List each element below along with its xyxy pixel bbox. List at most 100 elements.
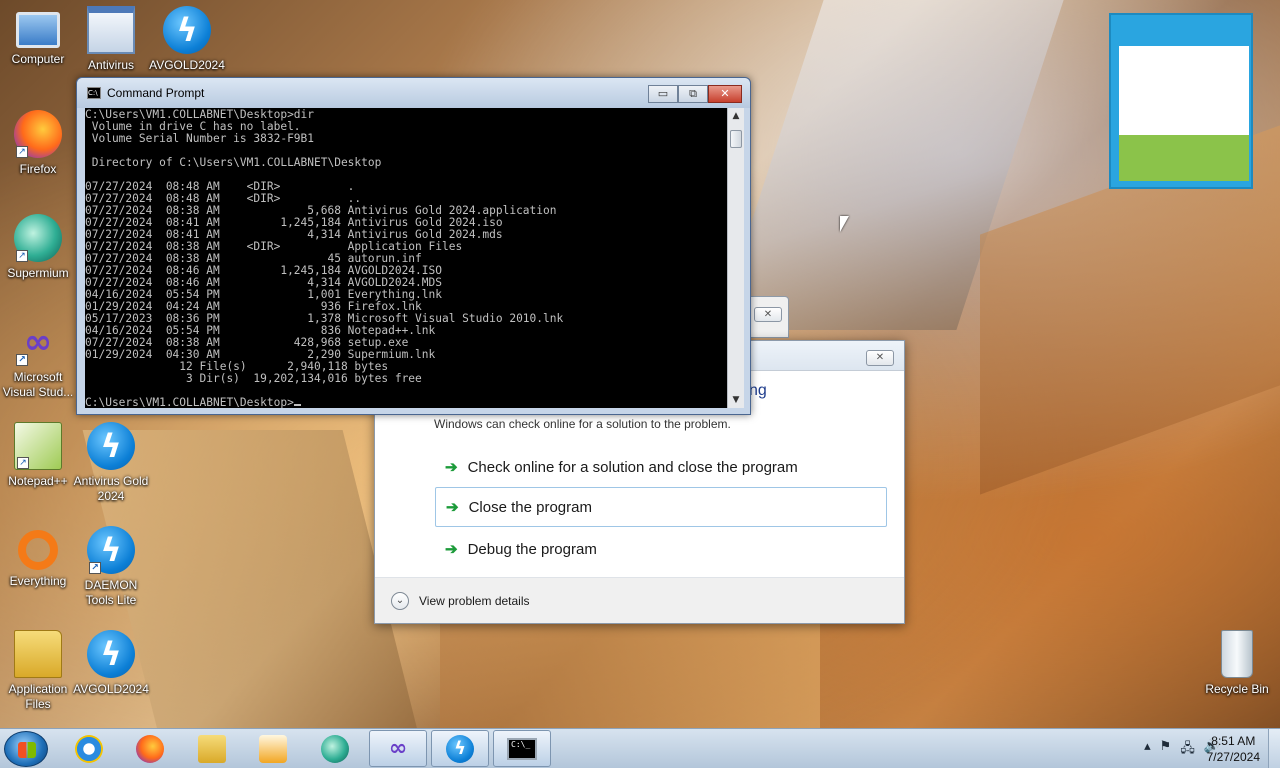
desktop-icon-avgold2024-2[interactable]: ϟ AVGOLD2024 [73, 630, 149, 697]
internet-explorer-icon [75, 734, 103, 763]
window-controls: ▭ ⧉ ✕ [648, 85, 742, 103]
supermium-icon: ↗ [14, 214, 62, 262]
console-output[interactable]: C:\Users\VM1.COLLABNET\Desktop>dir Volum… [85, 108, 728, 408]
desktop-icon-computer[interactable]: Computer [0, 6, 76, 67]
action-center-flag-icon[interactable]: ⚑ [1160, 739, 1172, 761]
desktop-icon-supermium[interactable]: ↗ Supermium [0, 214, 76, 281]
desktop-icon-recycle-bin[interactable]: Recycle Bin [1199, 630, 1275, 697]
taskbar-internet-explorer[interactable] [60, 730, 118, 767]
vertical-scrollbar[interactable]: ▲ ▼ [727, 108, 744, 408]
antivirus-icon [87, 6, 135, 54]
desktop-icon-label: Supermium [7, 266, 69, 280]
explorer-folder-icon [198, 734, 226, 763]
green-arrow-icon: ➔ [446, 499, 459, 516]
shortcut-arrow-icon: ↗ [16, 146, 28, 158]
everything-icon [18, 530, 58, 570]
minimize-button[interactable]: ▭ [648, 85, 678, 103]
desktop-icon-label: AVGOLD2024 [149, 58, 225, 72]
taskbar-supermium[interactable] [306, 730, 364, 767]
dialog-footer: ⌄ View problem details [375, 577, 904, 623]
desktop-icon-antivirus[interactable]: Antivirus [73, 6, 149, 73]
console-line: 3 Dir(s) 19,202,134,016 bytes free [85, 372, 422, 385]
shortcut-arrow-icon: ↗ [16, 354, 28, 366]
desktop-icon-everything[interactable]: Everything [0, 526, 76, 589]
desktop-icon-label: Antivirus [87, 58, 134, 72]
green-arrow-icon: ➔ [445, 541, 458, 558]
shortcut-arrow-icon: ↗ [17, 457, 29, 469]
restore-button[interactable]: ⧉ [678, 85, 708, 103]
desktop-icon-avgold2024[interactable]: ϟ AVGOLD2024 [149, 6, 225, 73]
firefox-icon [136, 734, 164, 763]
command-prompt-window[interactable]: C:\ Command Prompt ▭ ⧉ ✕ C:\Users\VM1.CO… [76, 77, 751, 415]
console-lines: C:\Users\VM1.COLLABNET\Desktop>dir Volum… [85, 109, 728, 397]
desktop-icon-firefox[interactable]: ↗ Firefox [0, 110, 76, 177]
supermium-icon [321, 734, 349, 763]
scroll-up-arrow-icon[interactable]: ▲ [728, 108, 744, 124]
dialog-heading: ng [749, 382, 767, 399]
background-dialog[interactable]: ✕ [745, 296, 789, 338]
chevron-down-icon[interactable]: ⌄ [391, 591, 409, 610]
desktop-icon-label: Everything [9, 574, 67, 588]
close-button[interactable]: ✕ [708, 85, 742, 103]
desktop-icon-visual-studio[interactable]: ∞ ↗ Microsoft Visual Stud... [0, 318, 76, 400]
recycle-bin-icon [1221, 630, 1253, 678]
daemon-bolt-icon: ϟ ↗ [87, 526, 135, 574]
view-details-link[interactable]: View problem details [419, 594, 530, 608]
scroll-down-arrow-icon[interactable]: ▼ [728, 392, 744, 408]
show-hidden-icons-icon[interactable]: ▴ [1144, 739, 1151, 761]
desktop-icon-label: Recycle Bin [1205, 682, 1269, 696]
daemon-bolt-icon: ϟ [87, 422, 135, 470]
desktop-icon-antivirus-gold[interactable]: ϟ Antivirus Gold 2024 [73, 422, 149, 504]
notepadpp-icon: ↗ [14, 422, 62, 470]
mouse-pointer-icon [840, 216, 849, 232]
desktop-icon-application-files[interactable]: Application Files [0, 630, 76, 712]
console-line: Volume Serial Number is 3832-F9B1 [85, 132, 315, 145]
desktop-icon-label: Antivirus Gold 2024 [73, 474, 149, 503]
clock[interactable]: 8:51 AM 7/27/2024 [1207, 733, 1260, 765]
network-icon[interactable]: 🖧 [1180, 739, 1195, 761]
taskbar-firefox[interactable] [121, 730, 179, 767]
firefox-icon: ↗ [14, 110, 62, 158]
desktop-icon-label: Notepad++ [8, 474, 68, 488]
dialog-close-button[interactable]: ✕ [866, 350, 894, 366]
option-debug-program[interactable]: ➔ Debug the program [435, 529, 887, 569]
desktop-icon-daemon-tools[interactable]: ϟ ↗ DAEMON Tools Lite [73, 526, 149, 608]
gadget-bottom-area [1119, 135, 1249, 181]
scroll-thumb[interactable] [730, 130, 742, 148]
clock-time: 8:51 AM [1211, 734, 1256, 748]
console-prompt: C:\Users\VM1.COLLABNET\Desktop> [85, 396, 294, 409]
option-label: Close the program [468, 498, 592, 516]
visual-studio-icon: ∞ [388, 736, 408, 761]
green-arrow-icon: ➔ [445, 459, 458, 476]
start-button[interactable] [4, 731, 48, 767]
desktop-icon-label: AVGOLD2024 [73, 682, 149, 696]
wallpaper-panel [440, 620, 820, 730]
taskbar-command-prompt[interactable]: C:\_ [493, 730, 551, 767]
windows-logo-icon [18, 742, 36, 758]
taskbar-visual-studio[interactable]: ∞ [369, 730, 427, 767]
shortcut-arrow-icon: ↗ [89, 562, 101, 574]
gadget-top-area [1119, 46, 1249, 135]
folder-icon [14, 630, 62, 678]
taskbar-media-player[interactable] [244, 730, 302, 767]
option-close-program[interactable]: ➔ Close the program [435, 487, 887, 527]
computer-icon [16, 12, 60, 48]
desktop-icon-label: Computer [11, 52, 65, 66]
taskbar: ∞ ϟ C:\_ ▴ ⚑ 🖧 🔊 8:51 AM 7/27/2024 [0, 728, 1280, 768]
window-title: Command Prompt [107, 86, 205, 100]
option-label: Check online for a solution and close th… [467, 458, 798, 476]
shortcut-arrow-icon: ↗ [16, 250, 28, 262]
close-icon[interactable]: ✕ [754, 307, 782, 322]
option-check-online[interactable]: ➔ Check online for a solution and close … [435, 447, 887, 487]
desktop-icon-label: Firefox [19, 162, 57, 176]
desktop-icon-label: Microsoft Visual Stud... [2, 370, 74, 399]
desktop-icon-notepadpp[interactable]: ↗ Notepad++ [0, 422, 76, 489]
taskbar-daemon-tools[interactable]: ϟ [431, 730, 489, 767]
option-label: Debug the program [467, 540, 597, 558]
daemon-bolt-icon: ϟ [163, 6, 211, 54]
daemon-bolt-icon: ϟ [446, 734, 474, 763]
desktop-gadget[interactable] [1109, 13, 1253, 189]
show-desktop-button[interactable] [1268, 729, 1280, 768]
desktop-icon-label: Application Files [8, 682, 68, 711]
taskbar-explorer[interactable] [183, 730, 241, 767]
